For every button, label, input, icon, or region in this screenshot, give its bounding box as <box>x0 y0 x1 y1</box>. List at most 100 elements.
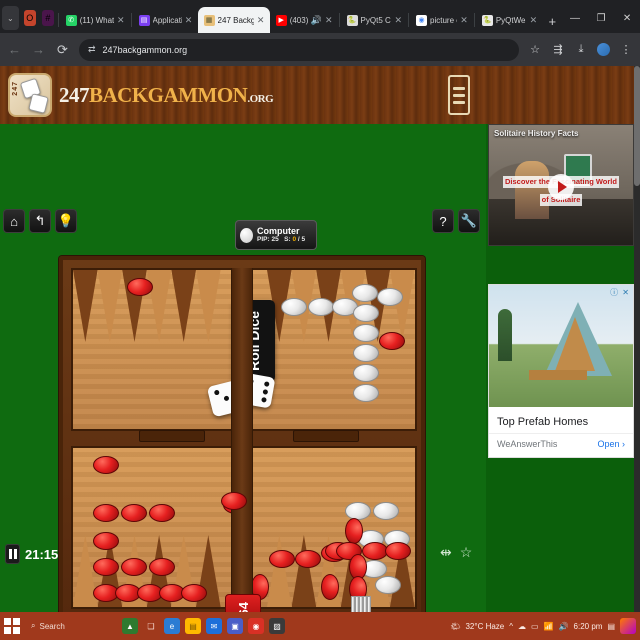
tab-close-icon[interactable]: ✕ <box>325 15 333 26</box>
star-outline-icon[interactable]: ☆ <box>460 544 473 561</box>
weather-text[interactable]: 32°C Haze <box>465 622 504 631</box>
checker-red[interactable] <box>295 550 321 568</box>
checker-red[interactable] <box>121 504 147 522</box>
checker-red[interactable] <box>149 558 175 576</box>
checker-red[interactable] <box>127 278 153 296</box>
checker-red[interactable] <box>93 532 119 550</box>
profile-chevron-icon[interactable]: ⌄ <box>2 6 19 30</box>
tab-close-icon[interactable]: ✕ <box>185 15 193 26</box>
tray-expand-icon[interactable]: ^ <box>509 622 513 631</box>
ad-choices-icons[interactable]: ⓘ ✕ <box>610 287 630 298</box>
taskview-icon[interactable]: ❑ <box>143 618 159 634</box>
site-logo-text[interactable]: 247 BACKGAMMON .ORG <box>59 83 274 108</box>
checker-white[interactable] <box>377 288 403 306</box>
taskbar-search[interactable]: ⌕ Search <box>25 617 117 635</box>
maximize-button[interactable]: ❐ <box>588 6 614 30</box>
checker-white[interactable] <box>345 502 371 520</box>
hint-lightbulb-icon[interactable]: 💡 <box>55 209 77 233</box>
bear-off-tray-right[interactable] <box>293 430 359 442</box>
browser-tab-247-backgammon[interactable]: ▦ 247 Backgamm ✕ <box>197 7 270 33</box>
pause-icon[interactable] <box>5 544 20 564</box>
ad-video-solitaire[interactable]: Solitaire History Facts Discover the Fas… <box>488 124 634 246</box>
browser-tab-pyqt5-camera[interactable]: 🐍 PyQt5 Camer ✕ <box>341 7 408 33</box>
edge-icon[interactable]: e <box>164 618 180 634</box>
checker-white[interactable] <box>375 576 401 594</box>
code-icon[interactable]: ▨ <box>269 618 285 634</box>
battery-icon[interactable]: ▭ <box>531 622 539 631</box>
checker-red[interactable] <box>321 574 339 600</box>
checker-white[interactable] <box>308 298 334 316</box>
chrome-icon[interactable]: ◉ <box>248 618 264 634</box>
ad-card-cta[interactable]: Open › <box>597 439 625 449</box>
minimize-button[interactable]: — <box>562 6 588 30</box>
browser-tab-youtube[interactable]: ▶ (403) O M 🔊 ✕ <box>270 7 338 33</box>
menu-kebab-icon[interactable]: ⋮ <box>619 43 633 56</box>
ad-card-prefab-homes[interactable]: ⓘ ✕ Top Prefab Homes WeAnswerThis Open › <box>488 284 634 458</box>
star-icon[interactable]: ☆ <box>528 43 542 56</box>
colorful-app-icon[interactable] <box>620 618 636 634</box>
browser-tab-pyqtwebengine[interactable]: 🐍 PyQtWebEng ✕ <box>476 7 543 33</box>
page-scrollbar[interactable] <box>634 66 640 612</box>
volume-icon[interactable]: 🔊 <box>559 622 569 631</box>
teams-icon[interactable]: ▣ <box>227 618 243 634</box>
tab-close-icon[interactable]: ✕ <box>529 15 538 26</box>
checker-white[interactable] <box>353 304 379 322</box>
file-explorer-icon[interactable]: ▤ <box>185 618 201 634</box>
checker-white[interactable] <box>281 298 307 316</box>
checker-red[interactable] <box>345 518 363 544</box>
tab-audio-icon[interactable]: 🔊 <box>311 15 322 26</box>
opera-icon[interactable]: O <box>23 10 36 26</box>
checker-red[interactable] <box>149 504 175 522</box>
app-icon-green[interactable]: ▲ <box>122 618 138 634</box>
checker-white[interactable] <box>373 502 399 520</box>
browser-tab-application-f[interactable]: ▤ Application F ✕ <box>133 7 198 33</box>
windows-start-icon[interactable] <box>4 618 20 634</box>
address-bar[interactable]: ⇄ 247backgammon.org <box>79 38 519 61</box>
profile-avatar-icon[interactable] <box>597 43 610 56</box>
download-icon[interactable]: ⤓ <box>574 43 588 56</box>
checker-red[interactable] <box>181 584 207 602</box>
close-window-button[interactable]: ✕ <box>614 6 640 30</box>
backgammon-board[interactable]: Roll Dice 64 <box>59 256 425 612</box>
doubling-cube[interactable]: 64 <box>225 594 261 612</box>
clock-text[interactable]: 6:20 pm <box>574 622 603 631</box>
play-button-icon[interactable] <box>548 174 574 201</box>
checker-red[interactable] <box>379 332 405 350</box>
browser-tab-picture-of-thi[interactable]: ◉ picture of thi ✕ <box>410 7 473 33</box>
borne-off-white-stack[interactable] <box>351 596 371 612</box>
undo-icon[interactable]: ↰ <box>29 209 51 233</box>
checker-white[interactable] <box>353 324 379 342</box>
bear-off-tray-left[interactable] <box>139 430 205 442</box>
slack-icon[interactable]: # <box>41 10 54 26</box>
network-icon[interactable]: 📶 <box>544 622 554 631</box>
tab-close-icon[interactable]: ✕ <box>117 15 125 26</box>
tab-close-icon[interactable]: ✕ <box>394 15 402 26</box>
tab-close-icon[interactable]: ✕ <box>257 15 265 26</box>
checker-red[interactable] <box>221 492 247 510</box>
checker-red[interactable] <box>121 558 147 576</box>
new-tab-button[interactable]: + <box>542 14 562 33</box>
tab-close-icon[interactable]: ✕ <box>460 15 468 26</box>
checker-white[interactable] <box>353 384 379 402</box>
forward-icon[interactable]: → <box>31 42 46 57</box>
site-logo-tile[interactable]: 247 <box>8 73 52 117</box>
settings-wrench-icon[interactable]: 🔧 <box>458 209 480 233</box>
browser-tab-whatsapp[interactable]: ✆ (11) WhatsApp ✕ <box>60 7 130 33</box>
split-screen-icon[interactable]: ⇶ <box>551 43 565 56</box>
home-icon[interactable]: ⌂ <box>3 209 25 233</box>
checker-red[interactable] <box>93 558 119 576</box>
checker-white[interactable] <box>353 364 379 382</box>
onedrive-icon[interactable]: ☁ <box>518 622 526 631</box>
hamburger-menu-icon[interactable] <box>448 75 470 115</box>
notification-icon[interactable]: ▤ <box>607 622 615 631</box>
checker-red[interactable] <box>385 542 411 560</box>
help-icon[interactable]: ? <box>432 209 454 233</box>
checker-red[interactable] <box>269 550 295 568</box>
back-icon[interactable]: ← <box>7 42 22 57</box>
checker-red[interactable] <box>93 456 119 474</box>
checker-white[interactable] <box>353 344 379 362</box>
reload-icon[interactable]: ⟳ <box>55 42 70 58</box>
mail-icon[interactable]: ✉ <box>206 618 222 634</box>
resize-icon[interactable]: ⇹ <box>440 544 452 561</box>
checker-red[interactable] <box>93 504 119 522</box>
